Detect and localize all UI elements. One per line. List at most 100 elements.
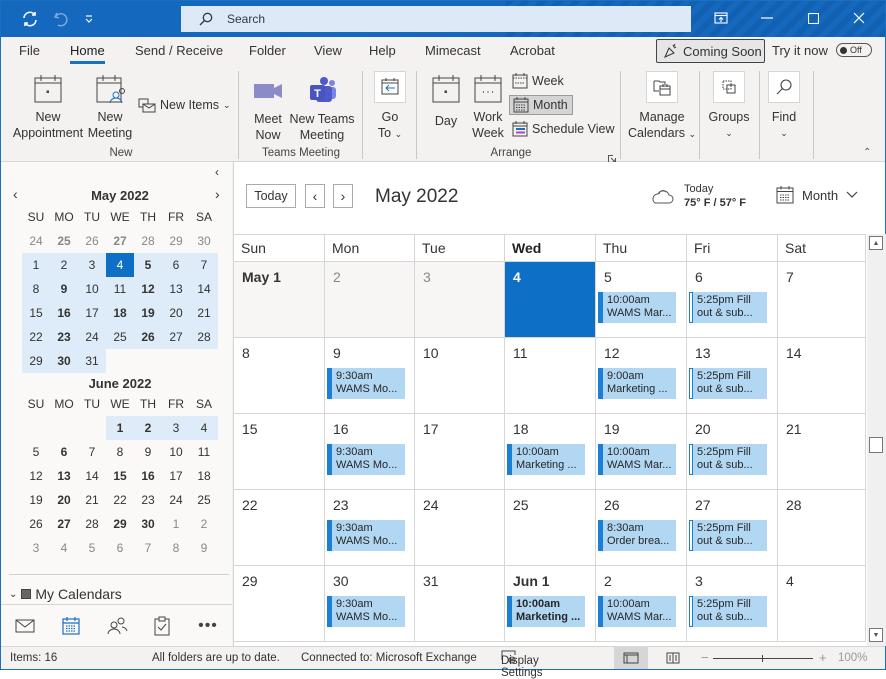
schedule-view-button[interactable]: Schedule View [509,119,617,139]
zoom-slider-thumb[interactable] [762,655,763,662]
mini-calendar-day[interactable]: 29 [162,229,190,253]
day-cell[interactable]: Jun 1 10:00am Marketing ... [505,566,596,641]
weather-widget[interactable]: Today 75° F / 57° F [650,182,746,210]
day-cell[interactable]: 10 [415,338,505,413]
mini-calendar-day[interactable]: 27 [162,325,190,349]
mini-calendar-day[interactable]: 10 [78,277,106,301]
new-meeting-button[interactable]: New Meeting [87,73,133,141]
dialog-launcher-icon[interactable] [608,150,616,163]
mini-calendar-day[interactable]: 19 [134,301,162,325]
mini-calendar-day[interactable]: 25 [50,229,78,253]
mini-calendar-day[interactable]: 2 [50,253,78,277]
previous-button[interactable]: ‹ [305,184,325,208]
manage-calendars-button[interactable]: Manage Calendars ⌄ [628,71,696,142]
tab-file[interactable]: File [19,43,40,58]
day-cell[interactable]: 7 [778,262,866,337]
mini-calendar-day[interactable]: 12 [134,277,162,301]
mini-calendar-day[interactable]: 7 [190,253,218,277]
mini-calendar-day[interactable]: 9 [190,536,218,560]
mini-calendar-day[interactable]: 7 [78,440,106,464]
day-cell[interactable]: 27 5:25pm Fill out & sub... [687,490,778,565]
mini-calendar-day[interactable]: 6 [162,253,190,277]
search-box[interactable]: Search [181,6,691,32]
mini-calendar-day[interactable]: 25 [106,325,134,349]
tab-help[interactable]: Help [369,43,396,58]
mini-calendar-day[interactable]: 17 [162,464,190,488]
next-button[interactable]: › [333,184,353,208]
day-cell[interactable]: 21 [778,414,866,489]
find-button[interactable]: Find ⌄ [766,71,802,141]
day-cell[interactable]: 17 [415,414,505,489]
day-cell[interactable]: 28 [778,490,866,565]
mini-calendar-day[interactable]: 5 [78,536,106,560]
day-cell[interactable]: 3 5:25pm Fill out & sub... [687,566,778,641]
calendar-event[interactable]: 9:30am WAMS Mo... [327,444,405,475]
day-cell[interactable]: 3 [415,262,505,337]
tasks-icon[interactable] [150,615,174,637]
tab-home[interactable]: Home [70,43,105,64]
mini-calendar-day[interactable]: 8 [106,440,134,464]
mini-calendar-day[interactable]: 21 [190,301,218,325]
calendar-event[interactable]: 8:30am Order brea... [598,520,676,551]
mini-calendar-day[interactable]: 24 [162,488,190,512]
calendar-event[interactable]: 10:00am WAMS Mar... [598,596,676,627]
mini-calendar-day[interactable]: 23 [50,325,78,349]
mini-calendar-day[interactable]: 26 [22,512,50,536]
new-items-button[interactable]: New Items ⌄ [135,95,234,115]
calendar-event[interactable]: 5:25pm Fill out & sub... [689,444,767,475]
mini-calendar-day[interactable]: 14 [78,464,106,488]
today-button[interactable]: Today [246,184,296,208]
day-cell[interactable]: 13 5:25pm Fill out & sub... [687,338,778,413]
mini-calendar-day[interactable]: 18 [106,301,134,325]
calendar-event[interactable]: 5:25pm Fill out & sub... [689,596,767,627]
mini-calendar-day[interactable]: 20 [162,301,190,325]
mini-calendar-day[interactable]: 13 [50,464,78,488]
zoom-out-icon[interactable]: − [701,650,709,665]
day-cell[interactable]: 15 [234,414,325,489]
sync-icon[interactable] [18,7,42,31]
mini-calendar-day[interactable]: 27 [50,512,78,536]
day-cell[interactable]: 25 [505,490,596,565]
day-cell[interactable]: 9 9:30am WAMS Mo... [325,338,415,413]
mini-calendar-day[interactable]: 1 [162,512,190,536]
mini-calendar-day[interactable]: 27 [106,229,134,253]
display-settings-button[interactable]: Display Settings [501,650,543,679]
mini-calendar-day[interactable]: 8 [22,277,50,301]
mini-calendar-day[interactable]: 8 [162,536,190,560]
calendar-event[interactable]: 9:30am WAMS Mo... [327,368,405,399]
mini-calendar-day[interactable]: 4 [106,253,134,277]
more-icon[interactable]: ••• [196,615,220,637]
scroll-up-icon[interactable]: ▲ [869,236,883,250]
mini-calendar-day[interactable]: 28 [190,325,218,349]
mini-calendar-day[interactable]: 23 [134,488,162,512]
mini-calendar-day[interactable]: 3 [78,253,106,277]
calendar-event[interactable]: 9:30am WAMS Mo... [327,520,405,551]
tab-mimecast[interactable]: Mimecast [425,43,481,58]
calendar-event[interactable]: 10:00am WAMS Mar... [598,444,676,475]
mini-calendar-day[interactable]: 18 [190,464,218,488]
tab-send-receive[interactable]: Send / Receive [135,43,223,58]
zoom-in-icon[interactable]: + [819,650,827,665]
normal-view-button[interactable] [614,647,648,669]
mini-calendar-day[interactable]: 5 [134,253,162,277]
day-cell[interactable]: 11 [505,338,596,413]
mini-calendar-day[interactable]: 16 [50,301,78,325]
day-cell[interactable]: 30 9:30am WAMS Mo... [325,566,415,641]
my-calendars-header[interactable]: ⌄ My Calendars [9,586,122,602]
mini-calendar-day[interactable]: 28 [78,512,106,536]
day-cell[interactable]: 24 [415,490,505,565]
mini-calendar-day[interactable]: 4 [50,536,78,560]
mini-calendar-day[interactable]: 10 [162,440,190,464]
mini-calendar-day[interactable]: 1 [22,253,50,277]
mini-calendar-day[interactable]: 30 [50,349,78,373]
day-cell[interactable]: 18 10:00am Marketing ... [505,414,596,489]
day-cell[interactable]: 16 9:30am WAMS Mo... [325,414,415,489]
mini-calendar-day[interactable]: 15 [106,464,134,488]
day-cell[interactable]: 4 [778,566,866,641]
day-cell[interactable]: 26 8:30am Order brea... [596,490,687,565]
prev-month-icon[interactable]: ‹ [13,186,18,202]
mini-calendar-day[interactable]: 9 [134,440,162,464]
mini-calendar-day[interactable]: 30 [134,512,162,536]
groups-button[interactable]: Groups ⌄ [706,71,752,141]
mini-calendar-day[interactable]: 16 [134,464,162,488]
